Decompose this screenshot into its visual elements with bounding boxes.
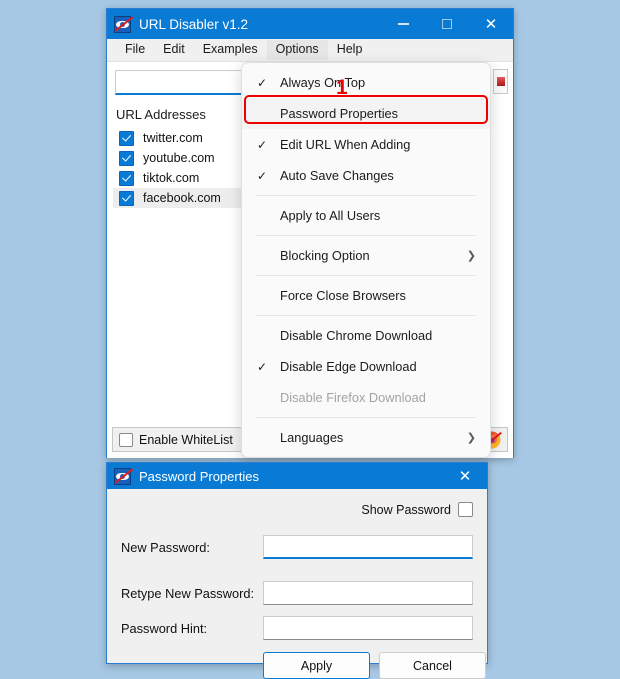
whitelist-checkbox[interactable] <box>119 433 133 447</box>
show-password-row[interactable]: Show Password <box>361 502 473 517</box>
menu-item-label: Password Properties <box>280 106 398 121</box>
minimize-button[interactable] <box>381 9 425 39</box>
check-icon: ✓ <box>257 77 267 89</box>
new-password-row: New Password: <box>107 535 487 559</box>
menu-item-apply-to-all-users[interactable]: Apply to All Users <box>242 200 490 231</box>
list-item-label: tiktok.com <box>143 171 199 185</box>
menu-item-always-on-top[interactable]: ✓ Always On Top <box>242 67 490 98</box>
eye-slash-icon <box>114 468 131 485</box>
password-hint-row: Password Hint: <box>107 616 487 640</box>
close-button[interactable]: ✕ <box>469 9 513 39</box>
menu-item-disable-chrome-download[interactable]: Disable Chrome Download <box>242 320 490 351</box>
list-item-label: twitter.com <box>143 131 203 145</box>
dialog-button-row: Apply Cancel <box>263 652 486 679</box>
window-controls: ✕ <box>381 9 513 39</box>
menu-item-password-properties[interactable]: Password Properties <box>242 98 490 129</box>
menu-item-label: Disable Edge Download <box>280 359 417 374</box>
dialog-titlebar: Password Properties ✕ <box>107 463 487 489</box>
new-password-input[interactable] <box>263 535 473 559</box>
dialog-body: Show Password New Password: Retype New P… <box>107 489 487 663</box>
cancel-button[interactable]: Cancel <box>379 652 486 679</box>
checkbox-checked-icon[interactable] <box>119 131 134 146</box>
retype-password-input[interactable] <box>263 581 473 605</box>
check-icon: ✓ <box>257 170 267 182</box>
main-titlebar: URL Disabler v1.2 ✕ <box>107 9 513 39</box>
checkbox-checked-icon[interactable] <box>119 151 134 166</box>
check-icon: ✓ <box>257 361 267 373</box>
checkbox-checked-icon[interactable] <box>119 191 134 206</box>
menu-separator <box>256 235 476 236</box>
password-properties-dialog: Password Properties ✕ Show Password New … <box>106 462 488 664</box>
menubar: File Edit Examples Options Help <box>107 39 513 62</box>
menu-separator <box>256 315 476 316</box>
menu-item-label: Force Close Browsers <box>280 288 406 303</box>
menubar-item-edit[interactable]: Edit <box>154 40 194 60</box>
dialog-close-button[interactable]: ✕ <box>443 461 487 491</box>
main-window: URL Disabler v1.2 ✕ File Edit Examples O… <box>106 8 514 458</box>
main-client-area: URL Addresses twitter.com youtube.com ti… <box>107 62 513 458</box>
menubar-item-file[interactable]: File <box>116 40 154 60</box>
options-dropdown-menu: ✓ Always On Top Password Properties ✓ Ed… <box>241 62 491 458</box>
list-item-label: facebook.com <box>143 191 221 205</box>
menu-separator <box>256 195 476 196</box>
menu-separator <box>256 275 476 276</box>
password-hint-label: Password Hint: <box>121 621 207 636</box>
check-icon: ✓ <box>257 139 267 151</box>
menu-item-blocking-option[interactable]: Blocking Option ❯ <box>242 240 490 271</box>
menubar-item-help[interactable]: Help <box>328 40 372 60</box>
menu-item-disable-edge-download[interactable]: ✓ Disable Edge Download <box>242 351 490 382</box>
menu-item-edit-url-when-adding[interactable]: ✓ Edit URL When Adding <box>242 129 490 160</box>
eye-slash-icon <box>114 16 131 33</box>
red-indicator-button[interactable] <box>493 69 508 94</box>
menu-item-label: Disable Chrome Download <box>280 328 432 343</box>
apply-button[interactable]: Apply <box>263 652 370 679</box>
menubar-item-options[interactable]: Options <box>267 40 328 60</box>
maximize-button[interactable] <box>425 9 469 39</box>
menu-item-label: Languages <box>280 430 343 445</box>
menu-separator <box>256 417 476 418</box>
menu-item-label: Disable Firefox Download <box>280 390 426 405</box>
menubar-item-examples[interactable]: Examples <box>194 40 267 60</box>
menu-item-force-close-browsers[interactable]: Force Close Browsers <box>242 280 490 311</box>
list-item-label: youtube.com <box>143 151 215 165</box>
checkbox-checked-icon[interactable] <box>119 171 134 186</box>
menu-item-label: Auto Save Changes <box>280 168 394 183</box>
retype-password-label: Retype New Password: <box>121 586 254 601</box>
menu-item-disable-firefox-download: Disable Firefox Download <box>242 382 490 413</box>
menu-item-languages[interactable]: Languages ❯ <box>242 422 490 453</box>
new-password-label: New Password: <box>121 540 210 555</box>
window-title: URL Disabler v1.2 <box>139 17 381 32</box>
dialog-title: Password Properties <box>139 469 443 484</box>
menu-item-label: Apply to All Users <box>280 208 380 223</box>
chevron-right-icon: ❯ <box>467 249 476 262</box>
menu-item-label: Edit URL When Adding <box>280 137 410 152</box>
chevron-right-icon: ❯ <box>467 431 476 444</box>
password-hint-input[interactable] <box>263 616 473 640</box>
menu-item-label: Blocking Option <box>280 248 370 263</box>
url-list-header: URL Addresses <box>116 107 206 122</box>
annotation-number-1: 1 <box>336 76 348 100</box>
menu-item-label: Always On Top <box>280 75 365 90</box>
menu-item-auto-save-changes[interactable]: ✓ Auto Save Changes <box>242 160 490 191</box>
show-password-label: Show Password <box>361 503 451 517</box>
retype-password-row: Retype New Password: <box>107 581 487 605</box>
show-password-checkbox[interactable] <box>458 502 473 517</box>
